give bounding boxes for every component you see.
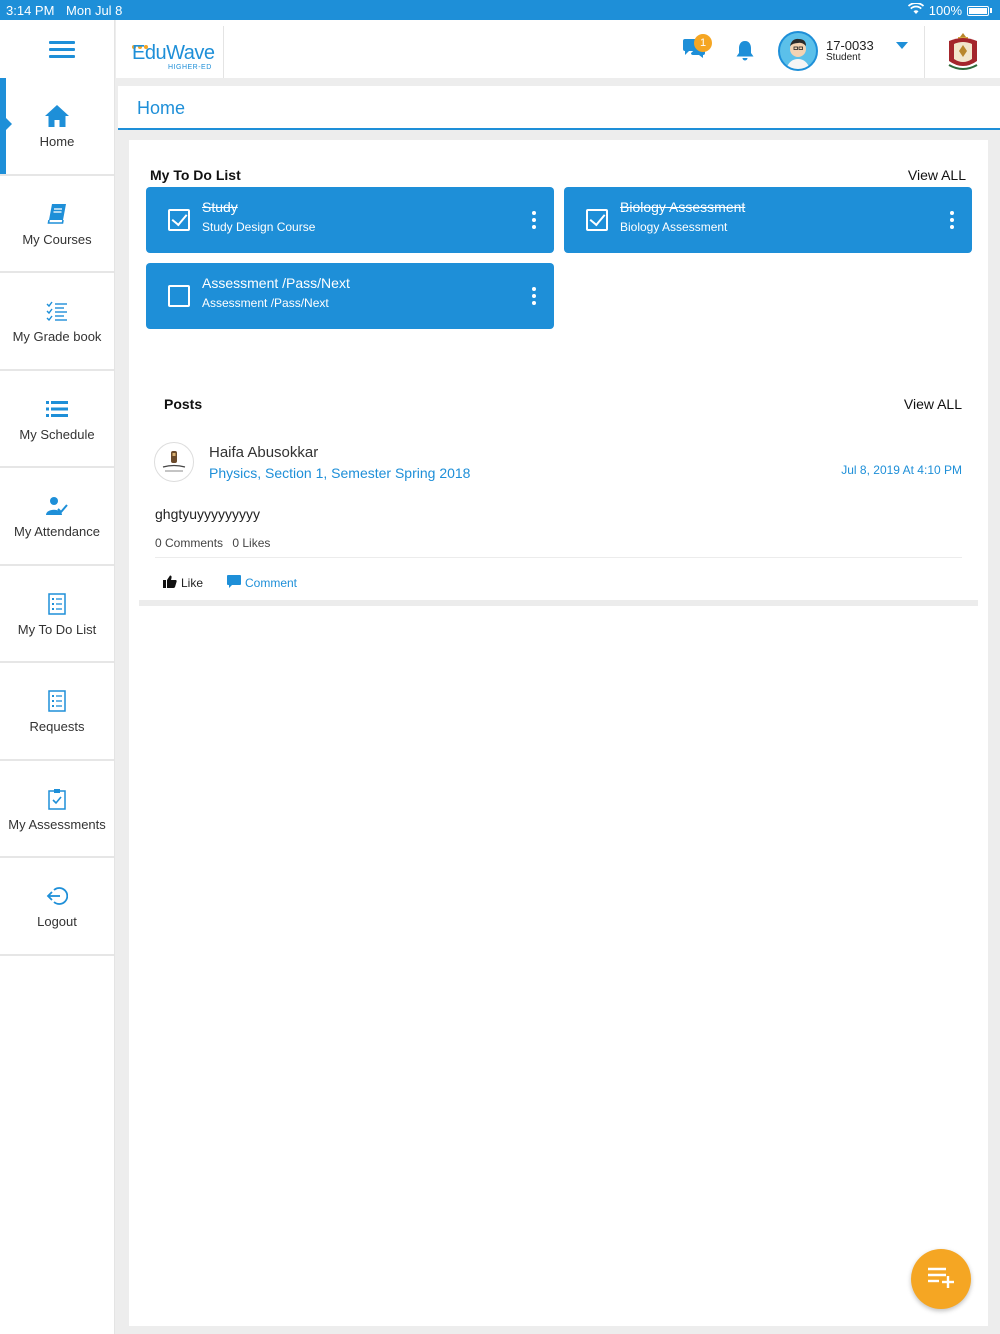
battery-icon <box>967 5 989 16</box>
post-likes-count[interactable]: 0 Likes <box>232 536 270 550</box>
todo-subtitle: Biology Assessment <box>620 220 728 234</box>
todo-view-all-link[interactable]: View ALL <box>908 167 966 183</box>
sidebar-item-logout[interactable]: Logout <box>0 858 114 956</box>
sidebar-item-my-attendance[interactable]: My Attendance <box>0 468 114 566</box>
logout-icon <box>46 882 68 910</box>
todo-section-title: My To Do List <box>150 167 241 183</box>
main-content: My To Do List View ALL Study Study Desig… <box>129 140 988 1326</box>
todo-checkbox[interactable] <box>586 209 608 231</box>
todo-card[interactable]: Assessment /Pass/Next Assessment /Pass/N… <box>146 263 554 329</box>
todo-card[interactable]: Study Study Design Course <box>146 187 554 253</box>
sidebar-item-my-to-do-list[interactable]: My To Do List <box>0 566 114 663</box>
posts-section-title: Posts <box>164 396 203 412</box>
sidebar-item-label: My Grade book <box>12 329 102 345</box>
comment-icon <box>227 575 241 591</box>
sidebar-item-label: My Attendance <box>14 524 100 540</box>
status-date: Mon Jul 8 <box>66 3 123 18</box>
sidebar-item-label: Logout <box>37 914 77 930</box>
book-icon <box>47 200 67 228</box>
playlist-add-icon <box>926 1265 956 1294</box>
sidebar-item-my-assessments[interactable]: My Assessments <box>0 761 114 858</box>
sidebar-item-requests[interactable]: Requests <box>0 663 114 761</box>
chat-badge: 1 <box>694 34 712 52</box>
menu-icon <box>49 37 75 62</box>
hamburger-menu-button[interactable] <box>0 20 114 78</box>
comment-label: Comment <box>245 576 298 590</box>
post-comments-count[interactable]: 0 Comments <box>155 536 223 550</box>
avatar[interactable] <box>778 31 818 71</box>
todo-checkbox[interactable] <box>168 285 190 307</box>
like-button[interactable]: Like <box>163 575 203 591</box>
sidebar-item-label: My Assessments <box>8 816 106 832</box>
home-icon <box>44 102 70 130</box>
todo-title: Biology Assessment <box>620 199 746 215</box>
sidebar-item-my-courses[interactable]: My Courses <box>0 176 114 273</box>
post-separator <box>139 600 978 606</box>
sidebar-item-label: Home <box>39 134 75 150</box>
eduwave-logo[interactable]: EduWave HIGHER-ED <box>116 26 224 78</box>
page-title: Home <box>137 98 186 118</box>
assessment-icon <box>48 785 66 813</box>
more-options-icon[interactable] <box>950 211 954 232</box>
post-body: ghgtyuyyyyyyyyy <box>155 506 261 522</box>
more-options-icon[interactable] <box>532 211 536 232</box>
attendance-icon <box>46 492 68 520</box>
bell-icon[interactable] <box>735 40 755 67</box>
user-id: 17-0033 <box>826 38 874 53</box>
add-todo-fab[interactable] <box>911 1249 971 1309</box>
divider <box>155 557 962 558</box>
sidebar-item-my-grade-book[interactable]: My Grade book <box>0 273 114 371</box>
status-bar: 3:14 PM Mon Jul 8 100% <box>0 0 1000 20</box>
app-header: EduWave HIGHER-ED 1 17-0033 Student <box>116 20 1000 78</box>
post-stats: 0 Comments 0 Likes <box>155 536 276 550</box>
sidebar-item-label: My Schedule <box>19 426 95 442</box>
page-title-bar: Home <box>118 86 1000 130</box>
crest-logo <box>924 26 1000 78</box>
comment-button[interactable]: Comment <box>227 575 297 591</box>
todo-subtitle: Assessment /Pass/Next <box>202 296 329 310</box>
sidebar-item-label: Requests <box>29 719 85 735</box>
post-date: Jul 8, 2019 At 4:10 PM <box>841 463 962 477</box>
battery-percent: 100% <box>928 3 962 18</box>
status-time: 3:14 PM <box>6 3 55 18</box>
schedule-icon <box>46 395 68 423</box>
todo-icon <box>48 590 66 618</box>
sidebar-item-home[interactable]: Home <box>0 78 114 176</box>
more-options-icon[interactable] <box>532 287 536 308</box>
posts-view-all-link[interactable]: View ALL <box>904 396 962 412</box>
todo-checkbox[interactable] <box>168 209 190 231</box>
todo-title: Study <box>202 199 238 215</box>
post-course[interactable]: Physics, Section 1, Semester Spring 2018 <box>209 465 470 481</box>
sidebar-item-my-schedule[interactable]: My Schedule <box>0 371 114 468</box>
post-author[interactable]: Haifa Abusokkar <box>209 444 318 461</box>
requests-icon <box>48 687 66 715</box>
like-label: Like <box>181 576 204 590</box>
user-role: Student <box>826 52 861 63</box>
sidebar-item-label: My To Do List <box>17 621 97 637</box>
todo-card[interactable]: Biology Assessment Biology Assessment <box>564 187 972 253</box>
wifi-icon <box>907 2 924 18</box>
gradebook-icon <box>46 297 68 325</box>
thumbs-up-icon <box>163 575 177 591</box>
chevron-down-icon[interactable] <box>896 42 908 49</box>
sidebar-item-label: My Courses <box>22 231 92 247</box>
sidebar: Home My Courses My Grade book My Schedul… <box>0 20 115 1334</box>
post-author-avatar[interactable] <box>154 442 194 482</box>
todo-title: Assessment /Pass/Next <box>202 275 350 291</box>
todo-subtitle: Study Design Course <box>202 220 316 234</box>
